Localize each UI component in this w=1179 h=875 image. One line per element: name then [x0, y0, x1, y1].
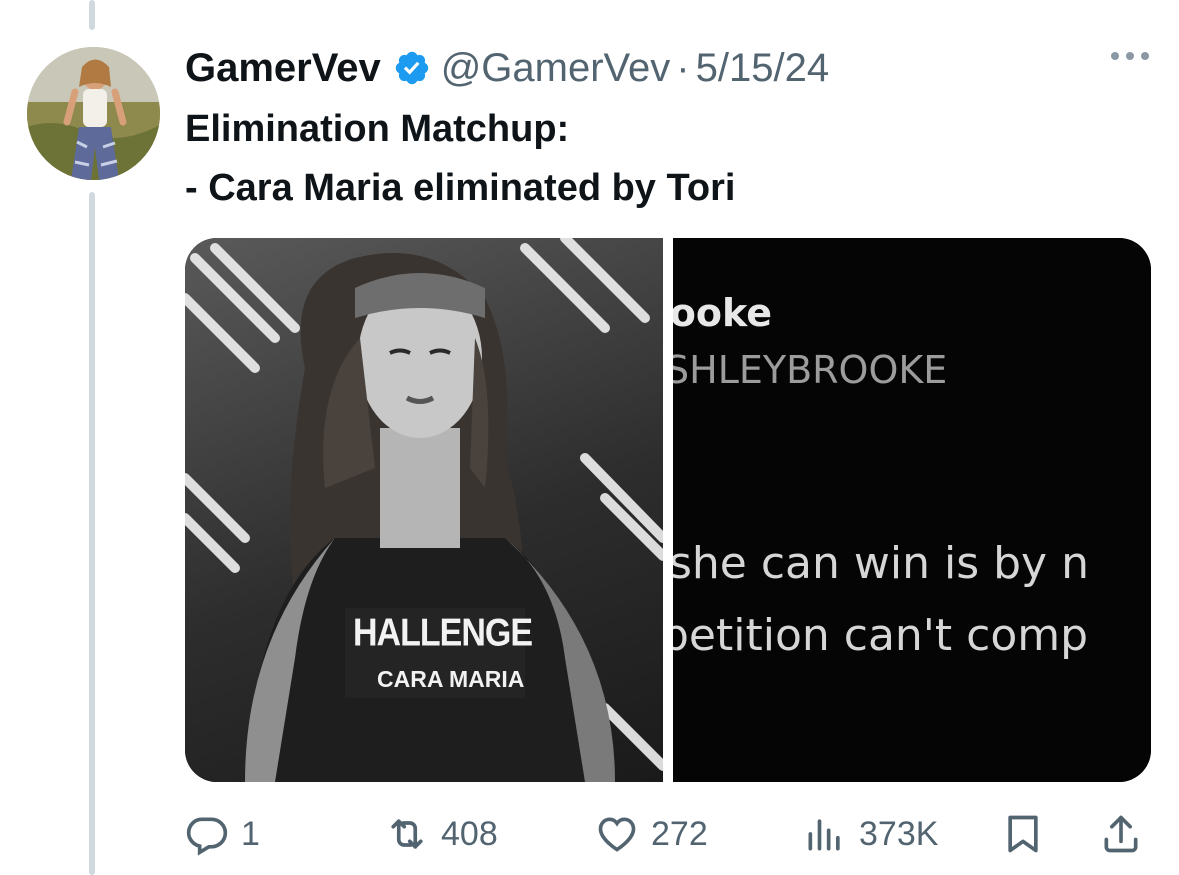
separator-dot: ·: [676, 45, 690, 90]
repost-button[interactable]: 408: [385, 808, 498, 860]
reply-icon: [186, 817, 228, 856]
tweet-text-line-1: Elimination Matchup:: [185, 108, 570, 150]
photo-cara-maria: [185, 238, 663, 782]
screenshot-handle: SHLEYBROOKE: [673, 348, 948, 392]
reply-count: 1: [241, 814, 260, 853]
tweet-text-line-2: - Cara Maria eliminated by Tori: [185, 167, 736, 209]
media-grid: HALLENGE CARA MARIA rooke SHLEYBROOKE sh…: [185, 238, 1151, 782]
heart-icon: [598, 817, 636, 852]
tweet-date[interactable]: 5/15/24: [696, 46, 829, 91]
tweet-header: GamerVev @GamerVev · 5/15/24: [185, 40, 829, 96]
verified-badge-icon: [393, 49, 431, 87]
thread-line-top: [89, 0, 95, 30]
like-count: 272: [651, 814, 708, 853]
reply-button[interactable]: 1: [185, 808, 260, 860]
tweet-text: Elimination Matchup: - Cara Maria elimin…: [185, 100, 735, 218]
repost-icon: [391, 819, 423, 849]
media-image-right[interactable]: rooke SHLEYBROOKE she can win is by n pe…: [673, 238, 1151, 782]
share-button[interactable]: [1099, 808, 1143, 860]
screenshot-text-line-1: she can win is by n: [673, 538, 1089, 589]
author-name[interactable]: GamerVev: [185, 46, 381, 91]
action-bar: 1 408 272 373K: [185, 808, 1145, 860]
author-handle[interactable]: @GamerVev: [441, 46, 671, 91]
avatar[interactable]: [27, 47, 160, 180]
shirt-text-line-2: CARA MARIA: [377, 666, 525, 692]
media-image-left[interactable]: HALLENGE CARA MARIA: [185, 238, 663, 782]
avatar-photo: [27, 47, 160, 180]
share-icon: [1104, 815, 1138, 853]
screenshot-text-line-2: petition can't comp: [673, 610, 1089, 661]
views-count: 373K: [859, 814, 939, 853]
more-dots-icon[interactable]: [1111, 52, 1149, 60]
like-button[interactable]: 272: [595, 808, 708, 860]
views-bar-chart-icon: [808, 819, 840, 851]
media-divider: [663, 238, 673, 782]
bookmark-button[interactable]: [1001, 808, 1045, 860]
bookmark-icon: [1008, 815, 1038, 853]
repost-count: 408: [441, 814, 498, 853]
shirt-text-line-1: HALLENGE: [353, 611, 533, 655]
views-button[interactable]: 373K: [803, 808, 938, 860]
thread-line: [89, 192, 95, 875]
screenshot-name: rooke: [673, 291, 772, 335]
